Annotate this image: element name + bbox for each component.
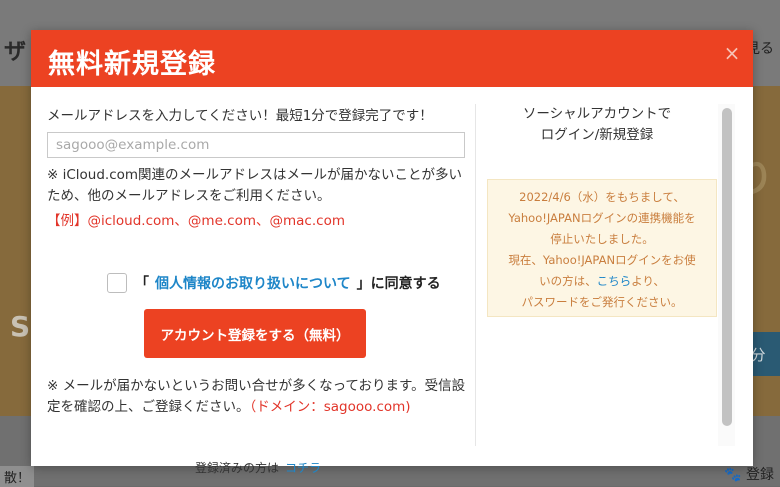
- delivery-note: ※ メールが届かないというお問い合せが多くなっております。受信設定を確認の上、ご…: [47, 376, 467, 418]
- notice-text: より、: [631, 274, 665, 288]
- login-link[interactable]: コチラ: [285, 461, 321, 475]
- background-register-link: 🐾 登録: [724, 467, 774, 483]
- agree-checkbox[interactable]: [107, 273, 127, 293]
- background-footer-badge: 散！: [0, 466, 35, 487]
- background-logo: ザ: [4, 40, 27, 65]
- notice-line: 停止いたしました。: [550, 232, 654, 246]
- notice-line: 2022/4/6（水）をもちまして、: [519, 190, 685, 204]
- modal-title: 無料新規登録: [48, 49, 216, 80]
- social-login-section: ソーシャルアカウントで ログイン/新規登録 2022/4/6（水）をもちまして、…: [487, 87, 717, 466]
- privacy-policy-link[interactable]: 個人情報のお取り扱いについて: [155, 273, 351, 293]
- notice-line: 現在、Yahoo!JAPANログインをお使: [508, 253, 696, 267]
- background-banner-letter: S: [10, 310, 31, 343]
- email-signup-section: メールアドレスを入力してください！最短1分で登録完了です！ ※ iCloud.c…: [47, 87, 467, 475]
- domain-example: 【例】@icloud.com、@me.com、@mac.com: [47, 213, 345, 229]
- scrollbar[interactable]: [718, 104, 735, 446]
- close-icon[interactable]: ×: [721, 42, 743, 64]
- notice-line: Yahoo!JAPANログインの連携機能を: [508, 211, 696, 225]
- modal-header: 無料新規登録 ×: [31, 30, 753, 87]
- privacy-agreement: 「 個人情報のお取り扱いについて 」に同意する: [107, 271, 441, 295]
- agree-quote-open: 「: [135, 276, 149, 292]
- agree-label: 」に同意する: [356, 276, 441, 292]
- password-reissue-link[interactable]: こちら: [597, 274, 632, 288]
- signup-modal: 無料新規登録 × メールアドレスを入力してください！最短1分で登録完了です！ ※…: [31, 30, 753, 475]
- create-account-button[interactable]: アカウント登録をする（無料）: [144, 309, 366, 358]
- email-field[interactable]: [47, 132, 465, 158]
- yahoo-notice: 2022/4/6（水）をもちまして、 Yahoo!JAPANログインの連携機能を…: [487, 179, 717, 317]
- social-title-line2: ログイン/新規登録: [540, 127, 654, 143]
- notice-text: いの方は、: [539, 274, 597, 288]
- existing-user-row: 登録済みの方は コチラ: [195, 459, 321, 476]
- column-divider: [475, 104, 476, 446]
- social-title-line1: ソーシャルアカウントで: [522, 106, 672, 122]
- social-login-title: ソーシャルアカウントで ログイン/新規登録: [487, 104, 707, 146]
- domain-note: （ドメイン：sagooo.com): [249, 399, 411, 415]
- notice-line: パスワードをご発行ください。: [521, 295, 683, 309]
- scrollbar-thumb[interactable]: [722, 108, 732, 426]
- email-instruction: メールアドレスを入力してください！最短1分で登録完了です！: [47, 108, 433, 124]
- existing-user-text: 登録済みの方は: [195, 461, 280, 475]
- notice-line: いの方は、こちらより、: [488, 271, 716, 292]
- icloud-warning: ※ iCloud.com関連のメールアドレスはメールが届かないことが多いため、他…: [47, 167, 463, 204]
